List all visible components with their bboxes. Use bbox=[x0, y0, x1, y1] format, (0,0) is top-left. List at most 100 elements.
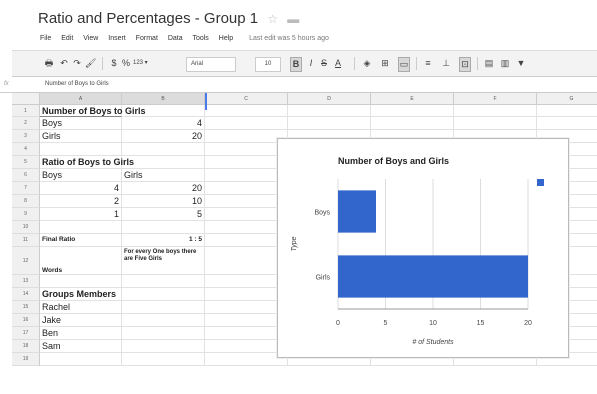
insert-comment-icon[interactable]: ▤ bbox=[484, 57, 494, 70]
menu-tools[interactable]: Tools bbox=[192, 35, 208, 42]
cell-a3[interactable]: Girls bbox=[40, 130, 122, 143]
paint-format-icon[interactable]: 🖌 bbox=[85, 57, 96, 70]
cell-b2[interactable]: 4 bbox=[122, 117, 205, 130]
cell-b17[interactable] bbox=[122, 327, 205, 340]
currency-button[interactable]: $ bbox=[109, 57, 119, 70]
cell-b4[interactable] bbox=[122, 143, 205, 156]
row-header-1[interactable]: 1 bbox=[12, 105, 40, 117]
cell-b3[interactable]: 20 bbox=[122, 130, 205, 143]
cell-c10[interactable] bbox=[205, 221, 288, 234]
filter-icon[interactable]: ▼ bbox=[516, 57, 526, 70]
cell-b19[interactable] bbox=[122, 353, 205, 366]
cell-a9[interactable]: 1 bbox=[40, 208, 122, 221]
fill-color-icon[interactable]: ◈ bbox=[362, 57, 372, 70]
row-header-4[interactable]: 4 bbox=[12, 143, 40, 156]
cell-a13[interactable] bbox=[40, 275, 122, 288]
column-header-a[interactable]: A bbox=[40, 93, 122, 105]
text-color-button[interactable]: A bbox=[333, 57, 343, 70]
cell-c6[interactable] bbox=[205, 169, 288, 182]
font-select[interactable]: Arial bbox=[186, 57, 236, 72]
cell-a11[interactable]: Final Ratio bbox=[40, 234, 122, 247]
italic-button[interactable]: I bbox=[306, 57, 316, 70]
row-header-8[interactable]: 8 bbox=[12, 195, 40, 208]
row-header-6[interactable]: 6 bbox=[12, 169, 40, 182]
select-all-corner[interactable] bbox=[12, 93, 40, 105]
cell-c3[interactable] bbox=[205, 130, 288, 143]
cell-a4[interactable] bbox=[40, 143, 122, 156]
print-icon[interactable]: 🖶 bbox=[44, 57, 54, 70]
star-icon[interactable]: ☆ bbox=[267, 12, 278, 26]
cell-a12[interactable]: Words bbox=[40, 247, 122, 275]
cell-c1[interactable] bbox=[205, 105, 288, 117]
column-header-d[interactable]: D bbox=[288, 93, 371, 105]
column-header-e[interactable]: E bbox=[371, 93, 454, 105]
cell-g2[interactable] bbox=[537, 117, 597, 130]
cell-c14[interactable] bbox=[205, 288, 288, 301]
row-header-13[interactable]: 13 bbox=[12, 275, 40, 288]
row-header-17[interactable]: 17 bbox=[12, 327, 40, 340]
cell-a1[interactable]: Number of Boys to Girls bbox=[40, 105, 146, 117]
row-header-2[interactable]: 2 bbox=[12, 117, 40, 130]
column-header-c[interactable]: C bbox=[205, 93, 288, 105]
menu-file[interactable]: File bbox=[40, 35, 51, 42]
embedded-chart[interactable]: Number of Boys and Girls 0 5 10 15 20 Boys Girl… bbox=[277, 138, 569, 358]
cell-a14[interactable]: Groups Members bbox=[40, 288, 122, 301]
cell-b9[interactable]: 5 bbox=[122, 208, 205, 221]
menu-insert[interactable]: Insert bbox=[108, 35, 126, 42]
menu-data[interactable]: Data bbox=[168, 35, 183, 42]
cell-d1[interactable] bbox=[288, 105, 371, 117]
menu-format[interactable]: Format bbox=[136, 35, 158, 42]
cell-a6[interactable]: Boys bbox=[40, 169, 122, 182]
cell-b11[interactable]: 1 : 5 bbox=[122, 234, 205, 247]
wrap-text-icon[interactable]: ⊡ bbox=[459, 57, 471, 72]
row-header-12[interactable]: 12 bbox=[12, 247, 40, 275]
cell-a16[interactable]: Jake bbox=[40, 314, 122, 327]
cell-c13[interactable] bbox=[205, 275, 288, 288]
vertical-align-icon[interactable]: ⊥ bbox=[441, 57, 451, 70]
cell-a19[interactable] bbox=[40, 353, 122, 366]
cell-b10[interactable] bbox=[122, 221, 205, 234]
cell-e1[interactable] bbox=[371, 105, 454, 117]
row-header-9[interactable]: 9 bbox=[12, 208, 40, 221]
strikethrough-button[interactable]: S bbox=[319, 57, 329, 70]
cell-b8[interactable]: 10 bbox=[122, 195, 205, 208]
column-resize-handle[interactable] bbox=[205, 93, 207, 110]
cell-f1[interactable] bbox=[454, 105, 537, 117]
menu-help[interactable]: Help bbox=[219, 35, 233, 42]
cell-a8[interactable]: 2 bbox=[40, 195, 122, 208]
cell-c8[interactable] bbox=[205, 195, 288, 208]
cell-b12[interactable]: For every One boys there are Five Girls bbox=[122, 247, 205, 275]
column-header-b[interactable]: B bbox=[122, 93, 205, 105]
column-header-f[interactable]: F bbox=[454, 93, 537, 105]
cell-c7[interactable] bbox=[205, 182, 288, 195]
cell-a5[interactable]: Ratio of Boys to Girls bbox=[40, 156, 134, 169]
redo-icon[interactable]: ↷ bbox=[72, 57, 82, 70]
row-header-19[interactable]: 19 bbox=[12, 353, 40, 366]
more-formats-button[interactable]: 123 ▾ bbox=[133, 57, 148, 70]
document-title[interactable]: Ratio and Percentages - Group 1 bbox=[38, 10, 258, 27]
cell-c15[interactable] bbox=[205, 301, 288, 314]
row-header-11[interactable]: 11 bbox=[12, 234, 40, 247]
last-edit-status[interactable]: Last edit was 5 hours ago bbox=[249, 35, 329, 42]
font-size-select[interactable]: 10 bbox=[255, 57, 281, 72]
cell-a17[interactable]: Ben bbox=[40, 327, 122, 340]
undo-icon[interactable]: ↶ bbox=[59, 57, 69, 70]
row-header-15[interactable]: 15 bbox=[12, 301, 40, 314]
cell-c18[interactable] bbox=[205, 340, 288, 353]
percent-button[interactable]: % bbox=[121, 57, 131, 70]
cell-f2[interactable] bbox=[454, 117, 537, 130]
cell-c2[interactable] bbox=[205, 117, 288, 130]
cell-a10[interactable] bbox=[40, 221, 122, 234]
cell-c5[interactable] bbox=[205, 156, 288, 169]
cell-c11[interactable] bbox=[205, 234, 288, 247]
cell-b13[interactable] bbox=[122, 275, 205, 288]
cell-b5[interactable] bbox=[122, 156, 205, 169]
cell-b1[interactable] bbox=[122, 105, 205, 117]
cell-b14[interactable] bbox=[122, 288, 205, 301]
row-header-5[interactable]: 5 bbox=[12, 156, 40, 169]
cell-b7[interactable]: 20 bbox=[122, 182, 205, 195]
cell-a15[interactable]: Rachel bbox=[40, 301, 122, 314]
merge-cells-icon[interactable]: ▭ bbox=[398, 57, 410, 72]
row-header-16[interactable]: 16 bbox=[12, 314, 40, 327]
cell-d2[interactable] bbox=[288, 117, 371, 130]
